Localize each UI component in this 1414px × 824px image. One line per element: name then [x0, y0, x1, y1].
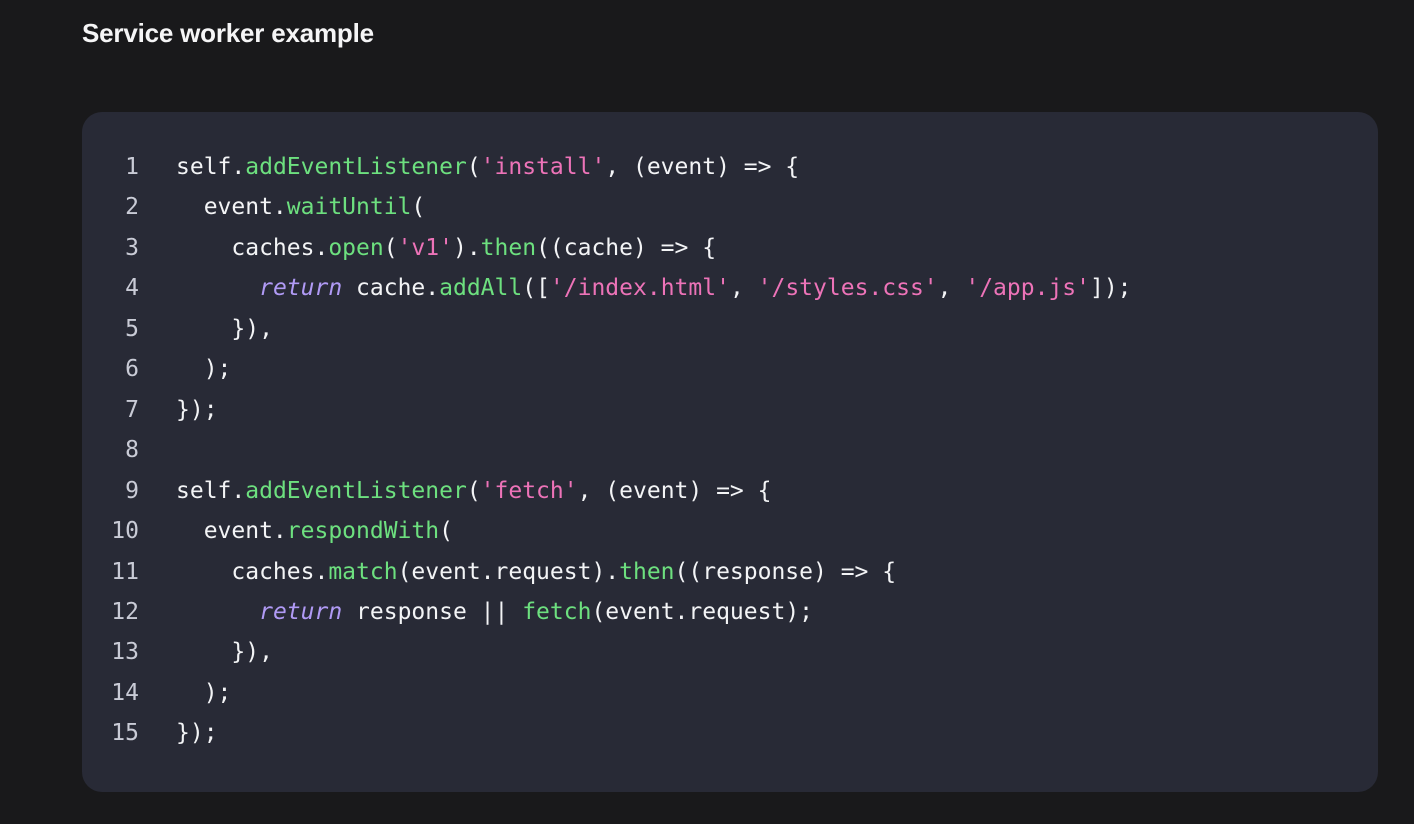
code-line: 3 caches.open('v1').then((cache) => { — [82, 228, 1378, 268]
function-token: then — [480, 234, 537, 261]
code-token: ( — [411, 194, 426, 221]
code-line: 10 event.respondWith( — [82, 511, 1378, 551]
line-number: 2 — [125, 194, 139, 221]
string-token: '/index.html' — [549, 275, 730, 302]
line-number: 10 — [111, 518, 139, 545]
code-token: }); — [176, 396, 218, 423]
code-token: ( — [466, 477, 481, 504]
code-token: ([ — [522, 275, 550, 302]
code-token: ((response) => { — [674, 558, 897, 585]
code-line: 11 caches.match(event.request).then((res… — [82, 552, 1378, 592]
code-line: 6 ); — [82, 349, 1378, 389]
function-token: fetch — [522, 598, 592, 625]
line-number: 13 — [111, 639, 139, 666]
code-text: return response || fetch(event.request); — [176, 592, 813, 632]
keyword-token: return — [259, 598, 343, 625]
code-token: ]); — [1089, 275, 1132, 302]
code-block: 1 self.addEventListener('install', (event… — [82, 112, 1378, 792]
code-text: ); — [176, 349, 232, 389]
code-text: event.waitUntil( — [176, 187, 426, 227]
code-line: 5 }), — [82, 309, 1378, 349]
code-text: caches.match(event.request).then((respon… — [176, 552, 896, 592]
function-token: waitUntil — [286, 194, 412, 221]
code-token: ( — [439, 518, 453, 545]
string-token: '/styles.css' — [757, 275, 938, 302]
line-number: 4 — [125, 275, 139, 302]
line-number: 5 — [125, 315, 139, 342]
line-number: 9 — [125, 477, 139, 504]
code-line: 12 return response || fetch(event.reques… — [82, 592, 1378, 632]
line-number: 15 — [111, 720, 139, 747]
line-number: 8 — [125, 437, 139, 464]
code-token: ); — [176, 356, 232, 383]
code-token: response || — [342, 598, 523, 625]
code-token: ( — [466, 154, 481, 180]
code-token: , (event) => { — [577, 477, 772, 504]
code-token: self. — [176, 477, 246, 504]
section-title: Service worker example — [82, 18, 374, 48]
function-token: then — [619, 558, 675, 585]
code-text: }), — [176, 632, 273, 672]
code-text: }); — [176, 713, 218, 753]
code-token: }); — [176, 720, 218, 747]
code-text: self.addEventListener('install', (event)… — [176, 147, 799, 187]
code-token: , (event) => { — [605, 154, 800, 180]
string-token: 'fetch' — [480, 477, 578, 504]
function-token: addEventListener — [245, 154, 467, 180]
line-number: 12 — [111, 598, 139, 625]
function-token: respondWith — [286, 518, 440, 545]
code-token: ( — [383, 234, 398, 261]
code-line: 13 }), — [82, 632, 1378, 672]
code-line: 8 — [82, 430, 1378, 470]
code-token: cache. — [342, 275, 440, 302]
line-number: 11 — [111, 558, 139, 585]
line-number: 6 — [125, 356, 139, 383]
code-text: self.addEventListener('fetch', (event) =… — [176, 471, 771, 511]
string-token: '/app.js' — [965, 275, 1090, 302]
code-token: , — [729, 275, 758, 302]
code-line: 14 ); — [82, 673, 1378, 713]
code-text: }), — [176, 309, 273, 349]
code-token: ((cache) => { — [536, 234, 717, 261]
string-token: 'install' — [480, 154, 606, 180]
string-token: 'v1' — [397, 234, 453, 261]
code-token: ). — [452, 234, 481, 261]
line-number: 14 — [111, 679, 139, 706]
code-token: (event.request). — [397, 558, 620, 585]
code-token: (event.request); — [591, 598, 814, 625]
code-line: 9 self.addEventListener('fetch', (event) … — [82, 471, 1378, 511]
code-token: , — [937, 275, 966, 302]
code-text: }); — [176, 390, 218, 430]
function-token: open — [328, 234, 384, 261]
code-line: 15}); — [82, 713, 1378, 753]
code-token: }), — [176, 639, 273, 666]
code-token: ); — [176, 679, 232, 706]
code-token: self. — [176, 154, 246, 180]
code-token: caches. — [176, 234, 329, 261]
line-number: 1 — [125, 154, 139, 180]
function-token: addEventListener — [245, 477, 467, 504]
code-line: 2 event.waitUntil( — [82, 187, 1378, 227]
code-text: event.respondWith( — [176, 511, 453, 551]
code-token: event. — [176, 518, 287, 545]
line-number: 3 — [125, 234, 139, 261]
code-token: event. — [176, 194, 287, 221]
code-text: return cache.addAll(['/index.html', '/st… — [176, 268, 1132, 308]
function-token: addAll — [439, 275, 523, 302]
function-token: match — [328, 558, 398, 585]
code-line: 7}); — [82, 390, 1378, 430]
code-token: }), — [176, 315, 273, 342]
line-number: 7 — [125, 396, 139, 423]
code-line: 1 self.addEventListener('install', (event… — [82, 147, 1378, 187]
code-token: caches. — [176, 558, 329, 585]
keyword-token: return — [259, 275, 343, 302]
code-line: 4 return cache.addAll(['/index.html', '/… — [82, 268, 1378, 308]
code-text: ); — [176, 673, 232, 713]
code-text: caches.open('v1').then((cache) => { — [176, 228, 716, 268]
